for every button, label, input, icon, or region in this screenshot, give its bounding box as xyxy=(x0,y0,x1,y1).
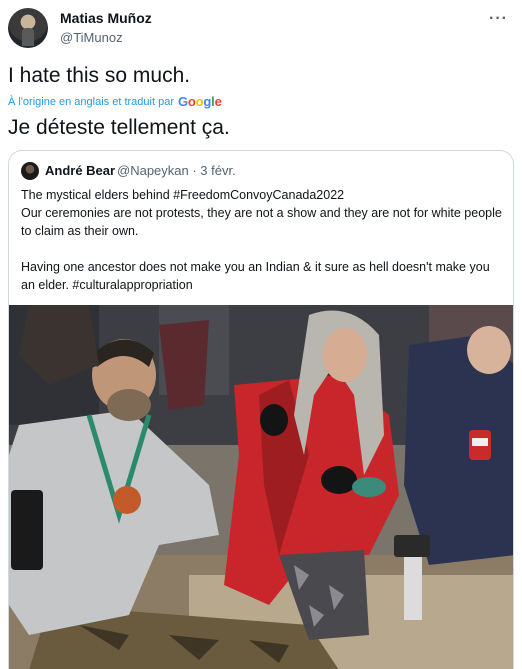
more-horizontal-icon[interactable]: ··· xyxy=(489,10,508,28)
tweet-text: I hate this so much. xyxy=(8,64,191,87)
quoted-line-1: The mystical elders behind #FreedomConvo… xyxy=(21,188,345,202)
quoted-author-handle: @Napeykan · 3 févr. xyxy=(117,163,236,178)
tweet: Matias Muñoz @TiMunoz ··· I hate this so… xyxy=(0,0,522,669)
quoted-tweet-text: The mystical elders behind #FreedomConvo… xyxy=(21,186,507,294)
quoted-author-name: André Bear xyxy=(45,163,116,178)
translation-notice-text: À l'origine en anglais et traduit par xyxy=(8,95,174,108)
quoted-line-3: Having one ancestor does not make you an… xyxy=(21,260,490,292)
translated-text: Je déteste tellement ça. xyxy=(8,116,230,139)
quoted-line-2: Our ceremonies are not protests, they ar… xyxy=(21,206,502,238)
author-handle[interactable]: @TiMunoz xyxy=(60,30,123,45)
quoted-tweet-photo[interactable] xyxy=(9,305,513,669)
quoted-tweet[interactable]: André Bear @Napeykan · 3 févr. The mysti… xyxy=(8,150,514,669)
author-name[interactable]: Matias Muñoz xyxy=(60,10,152,26)
quoted-author-avatar xyxy=(21,162,39,180)
google-logo: Google xyxy=(177,94,222,109)
author-avatar[interactable] xyxy=(8,8,48,48)
translation-notice[interactable]: À l'origine en anglais et traduit par Go… xyxy=(8,94,222,109)
